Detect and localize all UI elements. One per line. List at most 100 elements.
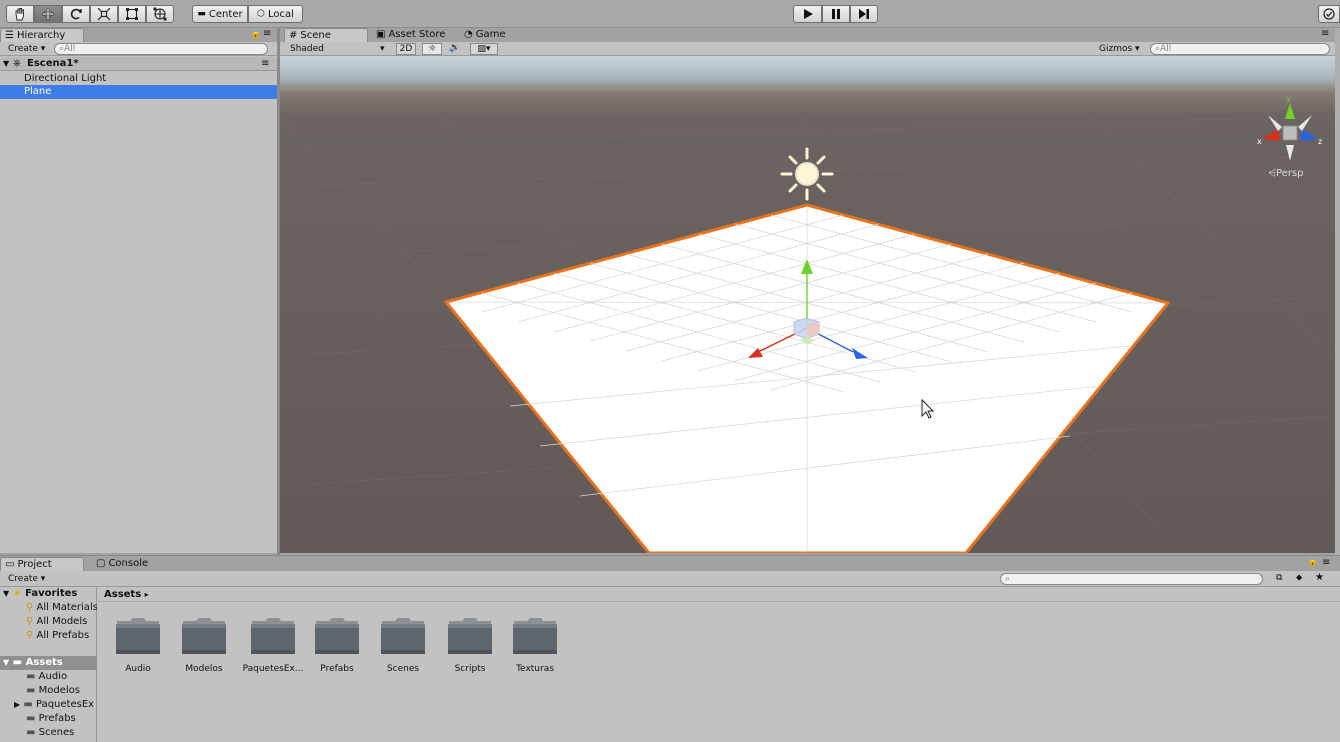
move-tool-button[interactable] bbox=[34, 5, 62, 23]
tab-label: Asset Store bbox=[388, 29, 446, 40]
dropdown-arrow-icon: ▾ bbox=[380, 44, 385, 54]
lock-icon[interactable]: 🔒 bbox=[1307, 557, 1318, 567]
scene-viewport[interactable]: y x z ⩤Persp bbox=[280, 56, 1335, 553]
asset-folder[interactable]: PaquetesEx... bbox=[240, 615, 306, 674]
lock-icon[interactable]: 🔒 bbox=[250, 29, 261, 39]
asset-folder[interactable]: Texturas bbox=[502, 615, 568, 674]
asset-folder-label: PaquetesEx... bbox=[242, 664, 304, 674]
space-local-toggle[interactable]: ⬡ Local bbox=[248, 5, 303, 23]
tab-project[interactable]: ▭ Project bbox=[0, 557, 84, 571]
breadcrumb-assets[interactable]: Assets bbox=[104, 589, 141, 600]
scene-root-row[interactable]: ▼ ⎈ Escena1* ≡ bbox=[0, 57, 277, 71]
folder-icon bbox=[448, 618, 492, 654]
directional-light-gizmo[interactable] bbox=[780, 147, 834, 201]
hierarchy-item-label: Directional Light bbox=[24, 73, 107, 84]
create-dropdown[interactable]: Create ▾ bbox=[8, 573, 45, 585]
scene-search-input[interactable]: ⌕All bbox=[1150, 43, 1330, 55]
tree-folder-paquetesex[interactable]: ▶ ▬ PaquetesEx bbox=[0, 698, 97, 712]
axis-z-label: z bbox=[1318, 137, 1322, 146]
asset-folder-label: Modelos bbox=[185, 664, 223, 674]
tab-hierarchy[interactable]: ☰ Hierarchy bbox=[0, 28, 84, 42]
search-filter-icon: ⚲ bbox=[26, 602, 34, 613]
account-button[interactable] bbox=[1318, 5, 1340, 23]
cube-icon: ⬡ bbox=[257, 9, 265, 19]
hierarchy-search-input[interactable]: ⌕All bbox=[54, 43, 268, 55]
tab-asset-store[interactable]: ▣ Asset Store bbox=[372, 28, 452, 42]
scene-canvas[interactable]: y x z ⩤Persp bbox=[280, 56, 1335, 553]
filter-type-icon[interactable]: ⧉ bbox=[1276, 573, 1282, 583]
transform-tool-button[interactable] bbox=[146, 5, 174, 23]
expand-arrow-icon: ▼ bbox=[3, 589, 10, 598]
favorites-header[interactable]: ▼ ★ Favorites bbox=[0, 587, 97, 601]
asset-folder[interactable]: Scripts bbox=[437, 615, 503, 674]
pacman-icon: ◔ bbox=[464, 29, 473, 40]
panel-menu-icon[interactable]: ≡ bbox=[1321, 28, 1329, 39]
store-icon: ▣ bbox=[376, 29, 386, 40]
pause-button[interactable] bbox=[822, 5, 850, 23]
panel-menu-icon[interactable]: ≡ bbox=[263, 28, 271, 39]
favorite-item[interactable]: ⚲ All Prefabs bbox=[0, 629, 97, 643]
unity-scene-icon: ⎈ bbox=[13, 58, 21, 69]
assets-tree-root[interactable]: ▼ ▬ Assets bbox=[0, 656, 97, 670]
tree-folder-prefabs[interactable]: ▬ Prefabs bbox=[0, 712, 97, 726]
tab-scene[interactable]: # Scene bbox=[284, 28, 368, 42]
panel-menu-icon[interactable]: ≡ bbox=[1322, 557, 1330, 568]
play-button[interactable] bbox=[793, 5, 822, 23]
scene-audio-toggle[interactable]: 🔊 bbox=[445, 43, 465, 55]
asset-folder[interactable]: Modelos bbox=[171, 615, 237, 674]
tree-folder-label: Modelos bbox=[38, 685, 80, 696]
tab-console[interactable]: ▢ Console bbox=[92, 557, 162, 571]
scene-subbar: Shaded ▾ 2D ☼ 🔊 ▨▾ Gizmos ▾ ⌕All bbox=[280, 42, 1335, 56]
create-dropdown[interactable]: Create ▾ bbox=[8, 43, 45, 55]
tree-folder-scenes[interactable]: ▬ Scenes bbox=[0, 726, 97, 740]
scene-effects-dropdown[interactable]: ▨▾ bbox=[470, 43, 498, 55]
project-tab-bar: ▭ Project ▢ Console 🔒 ≡ bbox=[0, 555, 1340, 571]
mode-2d-label: 2D bbox=[399, 44, 413, 54]
persp-label[interactable]: ⩤Persp bbox=[1268, 168, 1304, 179]
tag-icon[interactable]: ⬥ bbox=[1296, 573, 1302, 583]
asset-folder-label: Scenes bbox=[386, 664, 420, 674]
hand-tool-button[interactable] bbox=[6, 5, 34, 23]
favorite-item[interactable]: ⚲ All Models bbox=[0, 615, 97, 629]
search-placeholder: All bbox=[64, 44, 76, 54]
hierarchy-item-directional-light[interactable]: Directional Light bbox=[0, 72, 277, 86]
expand-arrow-icon[interactable]: ▼ bbox=[3, 57, 9, 71]
rect-transform-icon bbox=[126, 8, 138, 20]
tree-folder-modelos[interactable]: ▬ Modelos bbox=[0, 684, 97, 698]
asset-folder-label: Scripts bbox=[454, 664, 486, 674]
asset-folder[interactable]: Audio bbox=[105, 615, 171, 674]
scale-tool-button[interactable] bbox=[90, 5, 118, 23]
scene-lighting-toggle[interactable]: ☼ bbox=[422, 43, 442, 55]
space-label: Local bbox=[267, 8, 294, 20]
main-toolbar: ▬ Center ⬡ Local bbox=[0, 0, 1340, 28]
project-search-input[interactable]: ⌕ bbox=[1000, 573, 1263, 585]
hierarchy-item-plane[interactable]: Plane bbox=[0, 85, 277, 99]
dropdown-arrow-icon: ▾ bbox=[485, 44, 491, 54]
step-icon bbox=[859, 9, 869, 19]
tab-game[interactable]: ◔ Game bbox=[460, 28, 520, 42]
dropdown-arrow-icon: ▾ bbox=[40, 574, 46, 584]
asset-folder[interactable]: Prefabs bbox=[304, 615, 370, 674]
hand-icon bbox=[15, 8, 25, 21]
scene-menu-icon[interactable]: ≡ bbox=[261, 57, 269, 71]
pivot-center-toggle[interactable]: ▬ Center bbox=[192, 5, 248, 23]
rotate-tool-button[interactable] bbox=[62, 5, 90, 23]
star-icon[interactable]: ★ bbox=[1315, 572, 1324, 583]
gizmos-dropdown[interactable]: Gizmos ▾ bbox=[1099, 43, 1140, 55]
rect-tool-button[interactable] bbox=[118, 5, 146, 23]
search-icon: ⌕ bbox=[1005, 574, 1011, 584]
tree-folder-audio[interactable]: ▬ Audio bbox=[0, 670, 97, 684]
expand-arrow-icon: ▼ bbox=[3, 658, 10, 667]
mode-2d-toggle[interactable]: 2D bbox=[396, 43, 416, 55]
speaker-icon: 🔊 bbox=[449, 43, 461, 53]
tab-label: Console bbox=[108, 558, 149, 569]
step-button[interactable] bbox=[850, 5, 878, 23]
shading-mode-dropdown[interactable]: Shaded ▾ bbox=[290, 43, 388, 55]
favorites-star-icon: ★ bbox=[12, 588, 22, 599]
asset-folder[interactable]: Scenes bbox=[370, 615, 436, 674]
hierarchy-subbar: Create ▾ ⌕All bbox=[0, 42, 277, 56]
favorite-item[interactable]: ⚲ All Materials bbox=[0, 601, 97, 615]
tree-folder-label: Audio bbox=[38, 671, 68, 682]
hierarchy-panel: ☰ Hierarchy 🔒 ≡ Create ▾ ⌕All ▼ ⎈ Escena… bbox=[0, 28, 277, 553]
project-folder-tree: ▼ ★ Favorites ⚲ All Materials ⚲ All Mode… bbox=[0, 587, 97, 742]
